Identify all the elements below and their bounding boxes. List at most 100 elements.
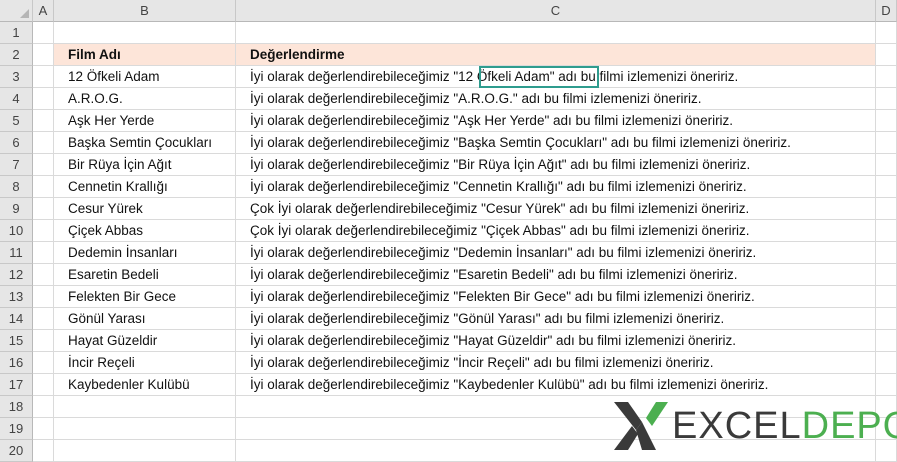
cell-film-name[interactable]: Aşk Her Yerde (54, 110, 236, 132)
row-header[interactable]: 8 (0, 176, 33, 198)
row-header[interactable]: 17 (0, 374, 33, 396)
row-header[interactable]: 14 (0, 308, 33, 330)
cell-film-name[interactable]: Cennetin Krallığı (54, 176, 236, 198)
cell-a[interactable] (33, 88, 54, 110)
row-header[interactable]: 11 (0, 242, 33, 264)
cell-film-name[interactable]: Başka Semtin Çocukları (54, 132, 236, 154)
cell-a[interactable] (33, 22, 54, 44)
cell-rating[interactable]: İyi olarak değerlendirebileceğimiz "Gönü… (236, 308, 876, 330)
cell-film-name[interactable]: Esaretin Bedeli (54, 264, 236, 286)
row-header[interactable]: 9 (0, 198, 33, 220)
cell-film-name[interactable]: Dedemin İnsanları (54, 242, 236, 264)
column-header-d[interactable]: D (876, 0, 897, 22)
cell-d[interactable] (876, 132, 897, 154)
cell-rating[interactable]: İyi olarak değerlendirebileceğimiz "A.R.… (236, 88, 876, 110)
cell-a[interactable] (33, 286, 54, 308)
cell-d[interactable] (876, 374, 897, 396)
cell-d[interactable] (876, 286, 897, 308)
cell-a[interactable] (33, 264, 54, 286)
cell-d[interactable] (876, 242, 897, 264)
cell-rating[interactable]: İyi olarak değerlendirebileceğimiz "Fele… (236, 286, 876, 308)
cell-d[interactable] (876, 308, 897, 330)
row-header[interactable]: 6 (0, 132, 33, 154)
cell-a[interactable] (33, 66, 54, 88)
cell-rating[interactable]: İyi olarak değerlendirebileceğimiz "Kayb… (236, 374, 876, 396)
row-header[interactable]: 18 (0, 396, 33, 418)
cell-film-name[interactable]: Bir Rüya İçin Ağıt (54, 154, 236, 176)
cell-d[interactable] (876, 220, 897, 242)
cell-film-name[interactable] (54, 418, 236, 440)
cell-film-name[interactable]: Felekten Bir Gece (54, 286, 236, 308)
cell-rating[interactable]: İyi olarak değerlendirebileceğimiz "Haya… (236, 330, 876, 352)
cell-rating[interactable]: İyi olarak değerlendirebileceğimiz "Cenn… (236, 176, 876, 198)
cell-film-name[interactable]: Cesur Yürek (54, 198, 236, 220)
row-header[interactable]: 19 (0, 418, 33, 440)
cell-rating[interactable]: İyi olarak değerlendirebileceğimiz "Aşk … (236, 110, 876, 132)
cell-d[interactable] (876, 154, 897, 176)
cell-film-name[interactable]: Çiçek Abbas (54, 220, 236, 242)
cell-film-name[interactable]: 12 Öfkeli Adam (54, 66, 236, 88)
row-header[interactable]: 2 (0, 44, 33, 66)
cell-a[interactable] (33, 132, 54, 154)
cell-rating[interactable]: İyi olarak değerlendirebileceğimiz "Başk… (236, 132, 876, 154)
row-header[interactable]: 13 (0, 286, 33, 308)
cell-d[interactable] (876, 110, 897, 132)
row-header[interactable]: 16 (0, 352, 33, 374)
cell-a[interactable] (33, 220, 54, 242)
column-header-b[interactable]: B (54, 0, 236, 22)
cell-rating[interactable]: İyi olarak değerlendirebileceğimiz "İnci… (236, 352, 876, 374)
cell-film-name[interactable]: A.R.O.G. (54, 88, 236, 110)
row-header[interactable]: 15 (0, 330, 33, 352)
cell-a[interactable] (33, 418, 54, 440)
cell-rating[interactable]: Değerlendirme (236, 44, 876, 66)
cell-film-name[interactable]: Kaybedenler Kulübü (54, 374, 236, 396)
cell-d[interactable] (876, 88, 897, 110)
cell-a[interactable] (33, 176, 54, 198)
table-row: Cesur Yürek Çok İyi olarak değerlendirebi… (33, 198, 897, 220)
column-header-a[interactable]: A (33, 0, 54, 22)
cell-film-name[interactable]: Film Adı (54, 44, 236, 66)
cell-rating[interactable]: Çok İyi olarak değerlendirebileceğimiz "… (236, 220, 876, 242)
cell-d[interactable] (876, 330, 897, 352)
cell-d[interactable] (876, 44, 897, 66)
cell-a[interactable] (33, 330, 54, 352)
cell-film-name[interactable] (54, 396, 236, 418)
row-header[interactable]: 3 (0, 66, 33, 88)
cell-a[interactable] (33, 44, 54, 66)
row-header[interactable]: 1 (0, 22, 33, 44)
cell-film-name[interactable] (54, 22, 236, 44)
cell-d[interactable] (876, 66, 897, 88)
cell-rating[interactable]: Çok İyi olarak değerlendirebileceğimiz "… (236, 198, 876, 220)
cell-a[interactable] (33, 396, 54, 418)
cell-d[interactable] (876, 176, 897, 198)
cell-a[interactable] (33, 110, 54, 132)
cell-d[interactable] (876, 198, 897, 220)
cell-film-name[interactable]: Gönül Yarası (54, 308, 236, 330)
cell-film-name[interactable]: İncir Reçeli (54, 352, 236, 374)
cell-a[interactable] (33, 352, 54, 374)
cell-d[interactable] (876, 352, 897, 374)
row-header[interactable]: 7 (0, 154, 33, 176)
cell-rating[interactable]: İyi olarak değerlendirebileceğimiz "12 Ö… (236, 66, 876, 88)
row-header[interactable]: 4 (0, 88, 33, 110)
cell-a[interactable] (33, 374, 54, 396)
cell-a[interactable] (33, 308, 54, 330)
row-header[interactable]: 10 (0, 220, 33, 242)
cell-a[interactable] (33, 154, 54, 176)
column-header-c[interactable]: C (236, 0, 876, 22)
cell-rating[interactable] (236, 22, 876, 44)
cell-a[interactable] (33, 242, 54, 264)
row-header[interactable]: 12 (0, 264, 33, 286)
select-all-corner[interactable] (0, 0, 33, 22)
cell-d[interactable] (876, 264, 897, 286)
cell-d[interactable] (876, 22, 897, 44)
cell-film-name[interactable] (54, 440, 236, 462)
row-header[interactable]: 20 (0, 440, 33, 462)
cell-a[interactable] (33, 198, 54, 220)
cell-film-name[interactable]: Hayat Güzeldir (54, 330, 236, 352)
cell-rating[interactable]: İyi olarak değerlendirebileceğimiz "Dede… (236, 242, 876, 264)
cell-rating[interactable]: İyi olarak değerlendirebileceğimiz "Bir … (236, 154, 876, 176)
row-header[interactable]: 5 (0, 110, 33, 132)
cell-a[interactable] (33, 440, 54, 462)
cell-rating[interactable]: İyi olarak değerlendirebileceğimiz "Esar… (236, 264, 876, 286)
